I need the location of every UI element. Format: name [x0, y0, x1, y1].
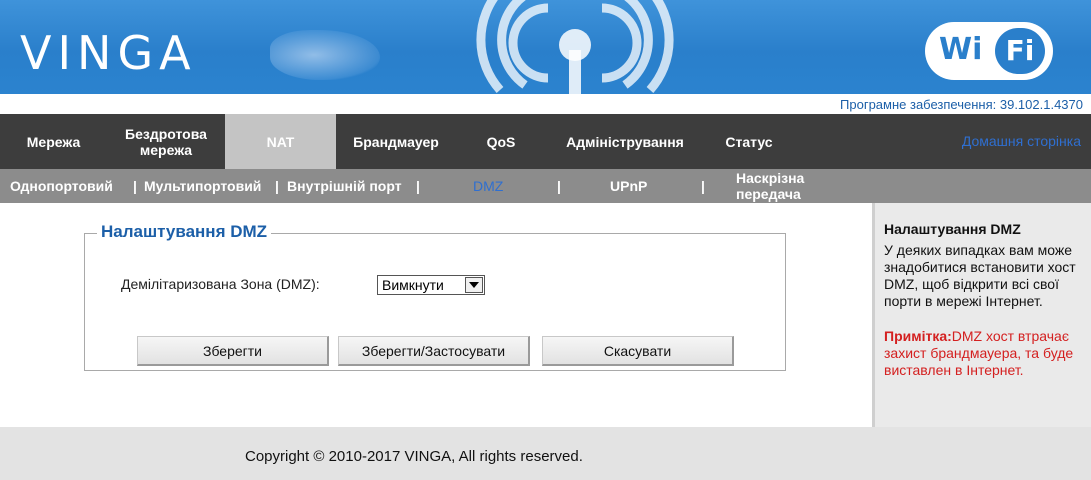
sub-nav: Однопортовий | Мультипортовий | Внутрішн… [0, 169, 1091, 203]
vinga-logo: VINGA [20, 26, 197, 80]
cancel-button[interactable]: Скасувати [542, 336, 734, 366]
footer: Copyright © 2010-2017 VINGA, All rights … [0, 427, 1091, 480]
nav-firewall[interactable]: Брандмауер [336, 114, 456, 169]
dmz-select-value: Вимкнути [382, 277, 444, 293]
wifi-logo-fi: Fi [995, 28, 1045, 74]
save-button[interactable]: Зберегти [137, 336, 329, 366]
dmz-field-label: Демілітаризована Зона (DMZ): [121, 276, 320, 292]
subnav-passthrough[interactable]: Наскрізна передача [736, 170, 826, 202]
help-panel: Налаштування DMZ У деяких випадках вам м… [872, 203, 1091, 427]
nav-qos[interactable]: QoS [456, 114, 546, 169]
help-body: У деяких випадках вам може знадобитися в… [884, 242, 1076, 309]
subnav-single-port[interactable]: Однопортовий [10, 178, 113, 194]
nav-administration[interactable]: Адміністрування [546, 114, 704, 169]
subnav-separator: | [133, 178, 137, 194]
help-note: Примітка:DMZ хост втрачає захист брандма… [884, 328, 1083, 379]
dmz-select[interactable]: Вимкнути [377, 275, 485, 295]
help-title: Налаштування DMZ [884, 221, 1021, 237]
subnav-separator: | [416, 178, 420, 194]
home-page-link[interactable]: Домашня сторінка [962, 133, 1081, 149]
main-nav: Мережа Бездротова мережа NAT Брандмауер … [0, 114, 1091, 169]
subnav-dmz[interactable]: DMZ [473, 178, 503, 194]
nav-nat[interactable]: NAT [225, 114, 336, 169]
copyright-text: Copyright © 2010-2017 VINGA, All rights … [245, 448, 583, 465]
main-content: Налаштування DMZ Демілітаризована Зона (… [0, 203, 872, 427]
header-banner: VINGA Wi Fi [0, 0, 1091, 94]
dmz-settings-title: Налаштування DMZ [97, 222, 272, 242]
subnav-separator: | [701, 178, 705, 194]
wifi-logo-wi: Wi [939, 32, 983, 67]
dmz-settings-group: Налаштування DMZ Демілітаризована Зона (… [84, 222, 786, 371]
wireless-waves-graphic [476, 0, 674, 94]
subnav-separator: | [557, 178, 561, 194]
subnav-multi-port[interactable]: Мультипортовий [144, 178, 261, 194]
wifi-logo: Wi Fi [925, 22, 1053, 80]
chevron-down-icon[interactable] [465, 277, 483, 293]
help-note-label: Примітка: [884, 328, 952, 344]
nav-network[interactable]: Мережа [0, 114, 107, 169]
subnav-separator: | [275, 178, 279, 194]
nav-wireless[interactable]: Бездротова мережа [107, 114, 225, 169]
nav-status[interactable]: Статус [704, 114, 794, 169]
hands-image [270, 30, 380, 80]
subnav-internal-port[interactable]: Внутрішній порт [287, 178, 402, 194]
subnav-upnp[interactable]: UPnP [610, 178, 647, 194]
save-apply-button[interactable]: Зберегти/Застосувати [338, 336, 530, 366]
firmware-version: Програмне забезпечення: 39.102.1.4370 [840, 97, 1083, 112]
